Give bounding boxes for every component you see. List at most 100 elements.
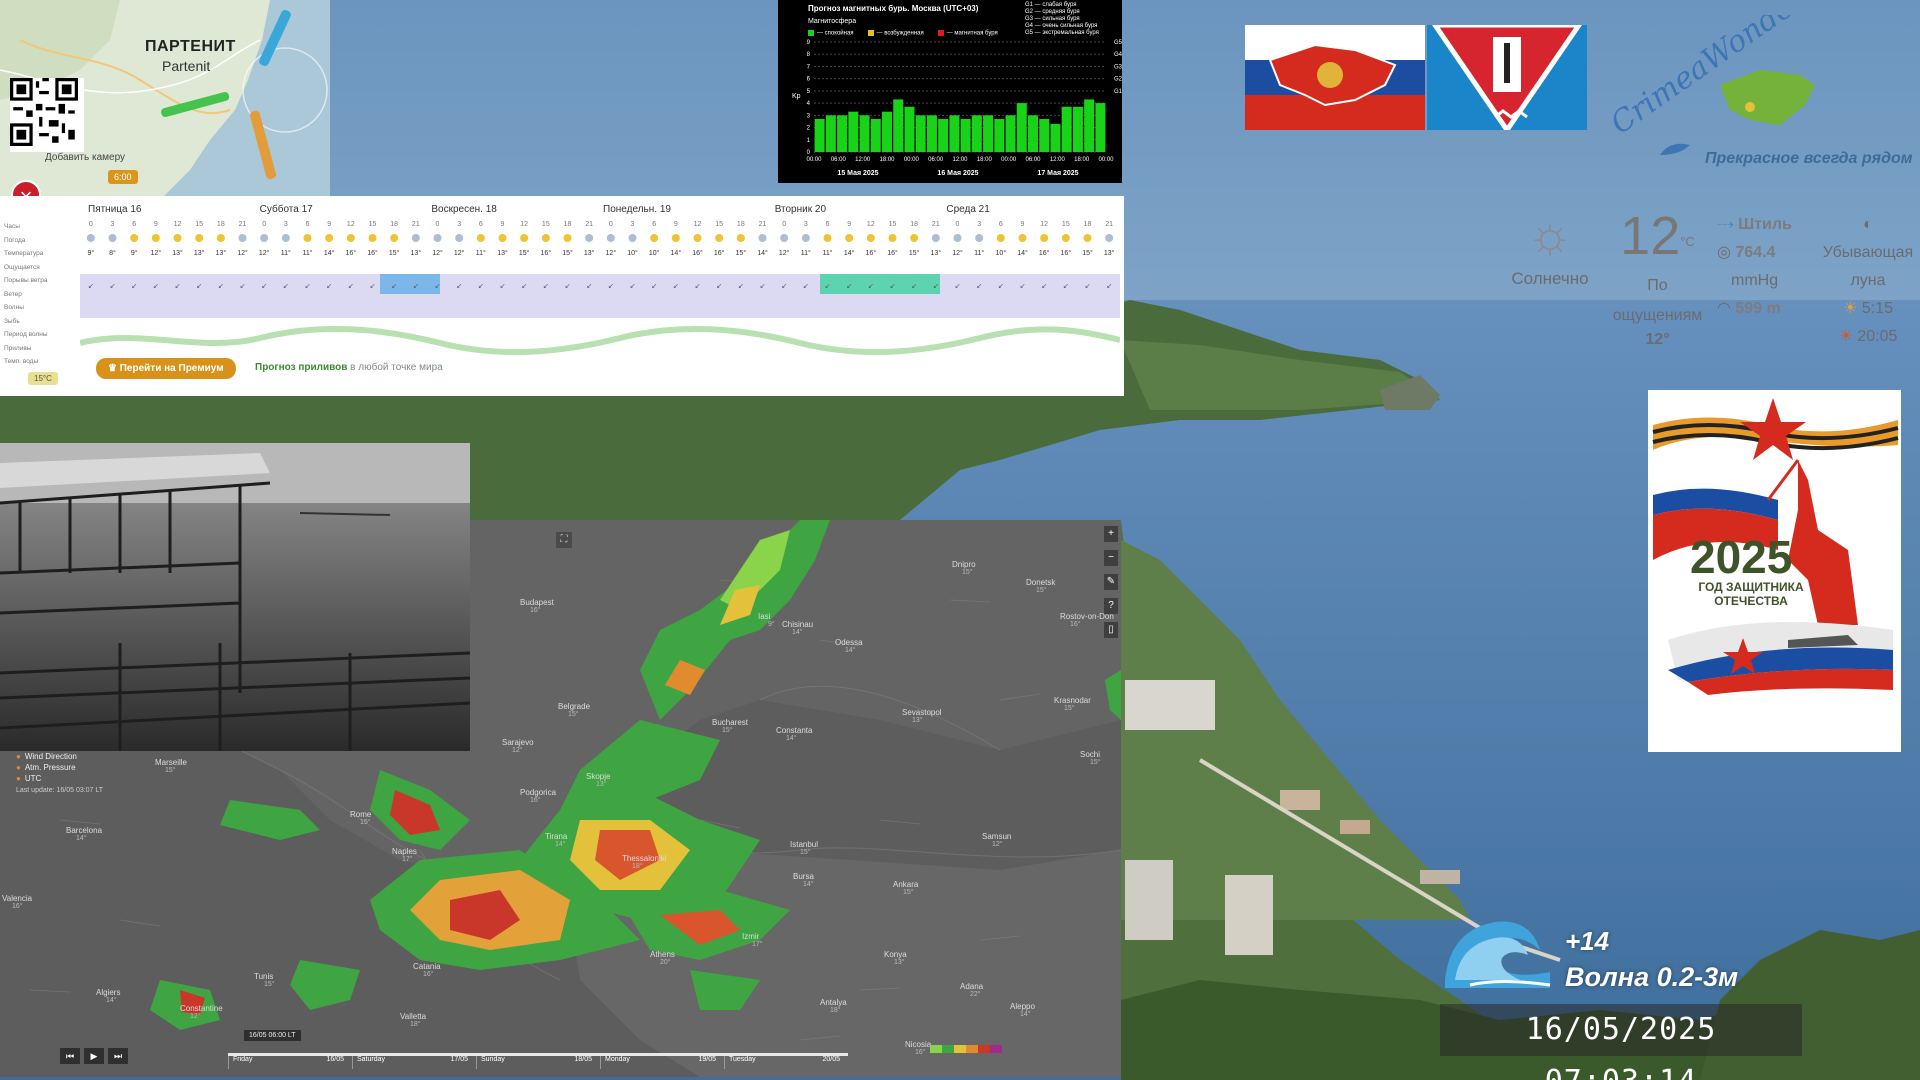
play-icon[interactable]: ▶ (84, 1048, 104, 1064)
radar-city-label: Bursa 14° (793, 872, 814, 888)
radar-city-label: Rome 15° (350, 810, 371, 826)
draw-icon[interactable]: ✎ (1104, 574, 1118, 590)
step-forward-icon[interactable]: ⏭ (108, 1048, 128, 1064)
radar-city-temp: 12° (190, 1013, 201, 1020)
delete-icon[interactable]: ▯ (1104, 622, 1118, 638)
temperature-number: 12 (1620, 206, 1681, 266)
wind-row: ⤏ Штиль (1717, 211, 1817, 239)
radar-city-temp: 15° (903, 889, 914, 896)
radar-city-name: Budapest (520, 598, 554, 607)
map-add-camera-label[interactable]: Добавить камеру (45, 152, 125, 163)
kp-x-tick: 06:00 (831, 157, 847, 163)
forecast-hour: 6 (306, 221, 310, 228)
kp-bar (859, 115, 870, 152)
forecast-temp: 16° (887, 249, 898, 257)
timeline-day[interactable]: Tuesday 20/05 (724, 1056, 848, 1069)
forecast-hour: 9 (327, 221, 331, 228)
magnetic-storm-forecast-chart: Прогноз магнитных бурь. Москва (UTC+03) … (778, 0, 1122, 183)
weather-icon (628, 234, 637, 242)
wind-arrow-icon: ↙ (933, 282, 939, 290)
wind-arrow-icon: ↙ (283, 282, 289, 290)
forecast-temp: 16° (541, 249, 552, 257)
kp-g-tick: G2 (1114, 77, 1122, 83)
go-premium-button[interactable]: ♛ Перейти на Премиум (96, 358, 236, 379)
wind-arrow-icon: ↙ (131, 282, 137, 290)
forecast-day: Понедельн. 19 (603, 204, 671, 215)
timeline-day[interactable]: Sunday 18/05 (476, 1056, 600, 1069)
logo-tagline: Прекрасное всегда рядом (1705, 150, 1913, 167)
pier-webcam-view[interactable] (0, 443, 470, 751)
forecast-temp: 15° (519, 249, 530, 257)
forecast-hour: 12 (867, 221, 875, 228)
forecast-row-labels: Часы Погода Температура Ощущается Порывы… (4, 220, 60, 369)
forecast-temp: 12° (779, 249, 790, 257)
wind-arrow-icon: ↙ (890, 282, 896, 290)
yalta-coat-of-arms (1427, 25, 1587, 130)
radar-city-temp: 13° (894, 959, 905, 966)
forecast-row-label: Период волны (4, 331, 48, 338)
wind-arrow-icon: ↙ (1063, 282, 1069, 290)
step-back-icon[interactable]: ⏮ (60, 1048, 80, 1064)
radar-city-temp: 14° (786, 735, 797, 742)
kp-y-tick: 8 (807, 52, 811, 58)
help-icon[interactable]: ? (1104, 598, 1118, 614)
timeline-day[interactable]: Saturday 17/05 (352, 1056, 476, 1069)
zoom-out-icon[interactable]: − (1104, 550, 1118, 566)
forecast-row-label: Зыбь (4, 317, 20, 325)
map-city-label: ПАРТЕНИТ (145, 38, 236, 55)
radar-city-temp: 16° (915, 1049, 926, 1056)
marine-forecast-table: Пятница 16 Суббота 17 Воскресен. 18 Поне… (0, 196, 1124, 396)
forecast-temp: 15° (389, 249, 400, 257)
forecast-hour: 3 (977, 221, 981, 228)
timeline-day-date: 19/05 (698, 1056, 716, 1063)
forecast-temp: 11° (822, 249, 832, 257)
radar-city-name: Tunis (254, 972, 274, 981)
forecast-hour: 3 (457, 221, 461, 228)
kp-bar (881, 111, 893, 152)
kp-x-tick: 18:00 (1074, 157, 1090, 163)
kp-y-tick: 5 (807, 89, 811, 95)
kp-x-tick: 00:00 (806, 157, 822, 163)
fullscreen-icon[interactable]: ⛶ (556, 532, 572, 548)
forecast-temp: 15° (1082, 249, 1093, 257)
radar-timeline[interactable]: Friday 16/05 Saturday 17/05 Sunday 18/05 Mo… (228, 1053, 848, 1069)
kp-y-tick: 6 (807, 77, 811, 83)
radar-city-label: Adana 22° (960, 982, 983, 998)
radar-legend-item[interactable]: Wind Direction (16, 751, 77, 762)
radar-city-label: Skopje 13° (586, 772, 610, 788)
radar-layer-legend[interactable]: Wind Direction Atm. Pressure UTC (16, 751, 77, 784)
tide-forecast-link[interactable]: Прогноз приливов в любой точке мира (255, 362, 443, 373)
wind-arrow-icon: ↙ (586, 282, 592, 290)
wind-arrow-icon: ↙ (435, 282, 441, 290)
wind-arrow-icon: ↙ (716, 282, 722, 290)
radar-city-name: Krasnodar (1054, 696, 1091, 705)
wind-icon: ⤏ (1717, 216, 1739, 233)
forecast-hour: 0 (436, 221, 440, 228)
radar-city-name: Iasi (758, 612, 771, 621)
radar-legend-item[interactable]: UTC (16, 773, 77, 784)
forecast-temp: 13° (931, 249, 942, 257)
wind-arrow-icon: ↙ (651, 282, 657, 290)
forecast-temp: 12° (237, 249, 248, 257)
timeline-day-name: Tuesday (729, 1056, 756, 1063)
timeline-day[interactable]: Friday 16/05 (228, 1056, 352, 1069)
forecast-day: Вторник 20 (774, 204, 827, 215)
forecast-hour: 21 (932, 221, 940, 228)
forecast-hour: 3 (631, 221, 635, 228)
scale-swatch (978, 1045, 990, 1053)
weather-icon (498, 234, 507, 242)
timeline-day-name: Sunday (481, 1056, 505, 1063)
scale-swatch (954, 1045, 966, 1053)
radar-city-label: Thessaloniki 18° (622, 854, 666, 870)
radar-city-name: Sochi (1080, 750, 1101, 759)
partenit-location-map[interactable]: ПАРТЕНИТ Partenit Добавить камеру 6:00 × (0, 0, 330, 200)
weather-icon (433, 234, 442, 242)
radar-legend-item[interactable]: Atm. Pressure (16, 762, 77, 773)
timeline-day[interactable]: Monday 19/05 (600, 1056, 724, 1069)
kp-bar (814, 119, 825, 152)
crimea-flag-emblem (1245, 25, 1425, 130)
radar-city-label: Naples 17° (392, 847, 417, 863)
zoom-in-icon[interactable]: + (1104, 526, 1118, 542)
radar-city-label: Constantine 12° (180, 1004, 223, 1020)
feels-like-label-line2: ощущениям (1612, 307, 1703, 324)
